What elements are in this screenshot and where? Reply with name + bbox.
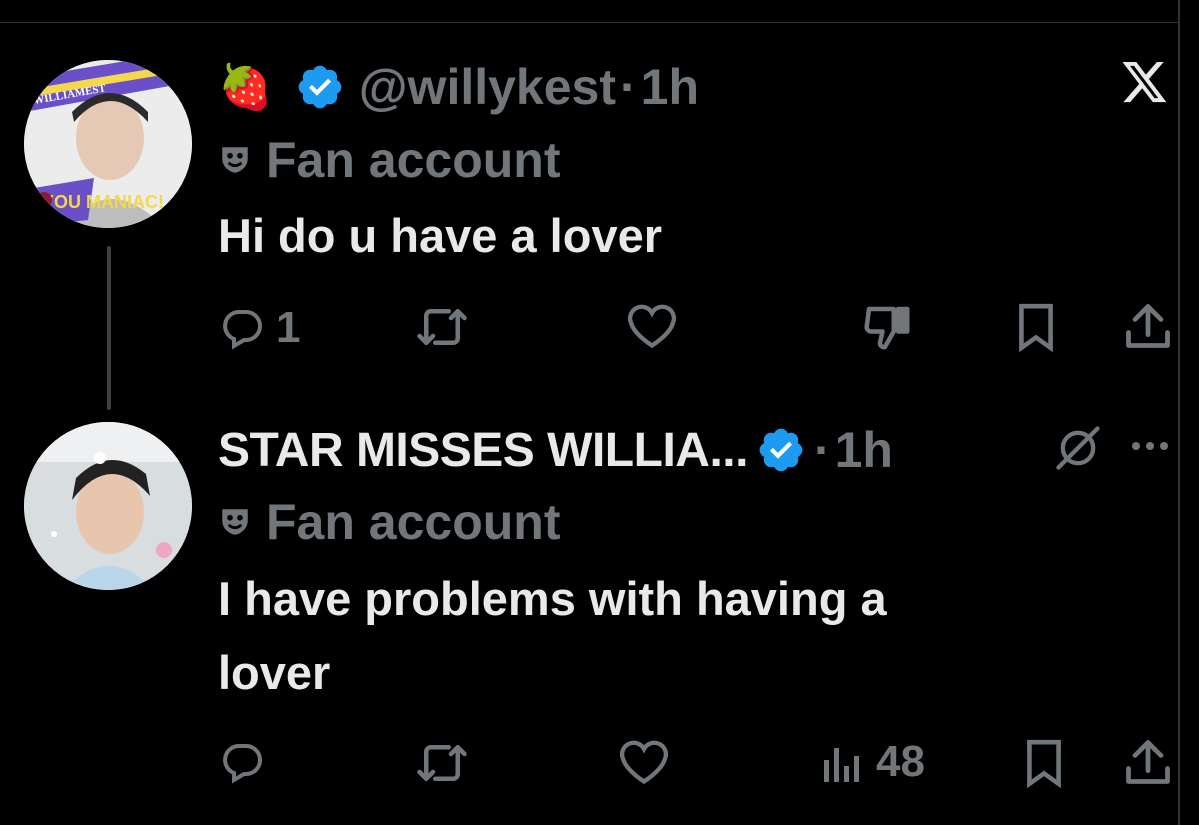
tweet1-dislike-button[interactable] (860, 302, 914, 352)
grok-icon[interactable] (1052, 422, 1104, 474)
avatar-star-misses-william[interactable] (24, 422, 192, 590)
tweet2-separator: · (813, 422, 831, 478)
verified-badge (295, 62, 345, 112)
tweet1-reply-button[interactable]: 1 (218, 300, 300, 356)
tweet1-reply-count: 1 (276, 303, 301, 352)
strawberry-emoji: 🍓 (218, 63, 273, 112)
tweet2-retweet-button[interactable] (415, 738, 469, 788)
tweet2-like-button[interactable] (618, 738, 670, 786)
mask-icon (218, 505, 252, 539)
tweet2-share-button[interactable] (1124, 736, 1172, 788)
tweet2-reply-button[interactable] (218, 738, 266, 786)
right-divider (1178, 0, 1180, 825)
tweet1-time[interactable]: 1h (641, 58, 699, 116)
mask-icon (218, 143, 252, 177)
x-logo-icon[interactable] (1122, 62, 1168, 104)
tweet1-label-row: Fan account (218, 128, 560, 192)
tweet1-share-button[interactable] (1124, 300, 1172, 352)
tweet2-display-name[interactable]: STAR MISSES WILLIA... (218, 423, 748, 478)
tweet2-bookmark-button[interactable] (1022, 738, 1066, 788)
tweet2-fan-account-label: Fan account (266, 494, 561, 550)
avatar-text-bottom: YOU MANIAC! (42, 192, 164, 212)
tweet2-label-row: Fan account (218, 490, 560, 554)
verified-badge (756, 425, 806, 475)
tweet2-views-count: 48 (876, 737, 925, 786)
more-icon[interactable] (1130, 440, 1170, 452)
top-divider (0, 22, 1178, 23)
reply-icon (218, 304, 266, 352)
thread-line (107, 246, 111, 410)
tweet1-separator: · (620, 59, 637, 115)
avatar-willykest[interactable]: WILLIAMEST YOU MANIAC! (24, 60, 192, 228)
tweet2-time[interactable]: 1h (835, 421, 893, 479)
tweet2-text-line2: lover (218, 646, 331, 699)
tweet1-like-button[interactable] (626, 302, 678, 350)
tweet1-bookmark-button[interactable] (1014, 302, 1058, 352)
tweet1-text: Hi do u have a lover (218, 209, 663, 262)
tweet1-retweet-button[interactable] (415, 302, 469, 352)
tweet1-header: 🍓 @willykest · 1h (218, 55, 699, 119)
tweet1-fan-account-label: Fan account (266, 132, 561, 188)
tweet1-handle[interactable]: @willykest (359, 58, 616, 116)
tweet2-views-button[interactable]: 48 (820, 734, 925, 790)
views-icon (820, 740, 864, 784)
tweet2-header: STAR MISSES WILLIA... · 1h (218, 418, 893, 482)
tweet2-text-line1: I have problems with having a (218, 572, 887, 625)
